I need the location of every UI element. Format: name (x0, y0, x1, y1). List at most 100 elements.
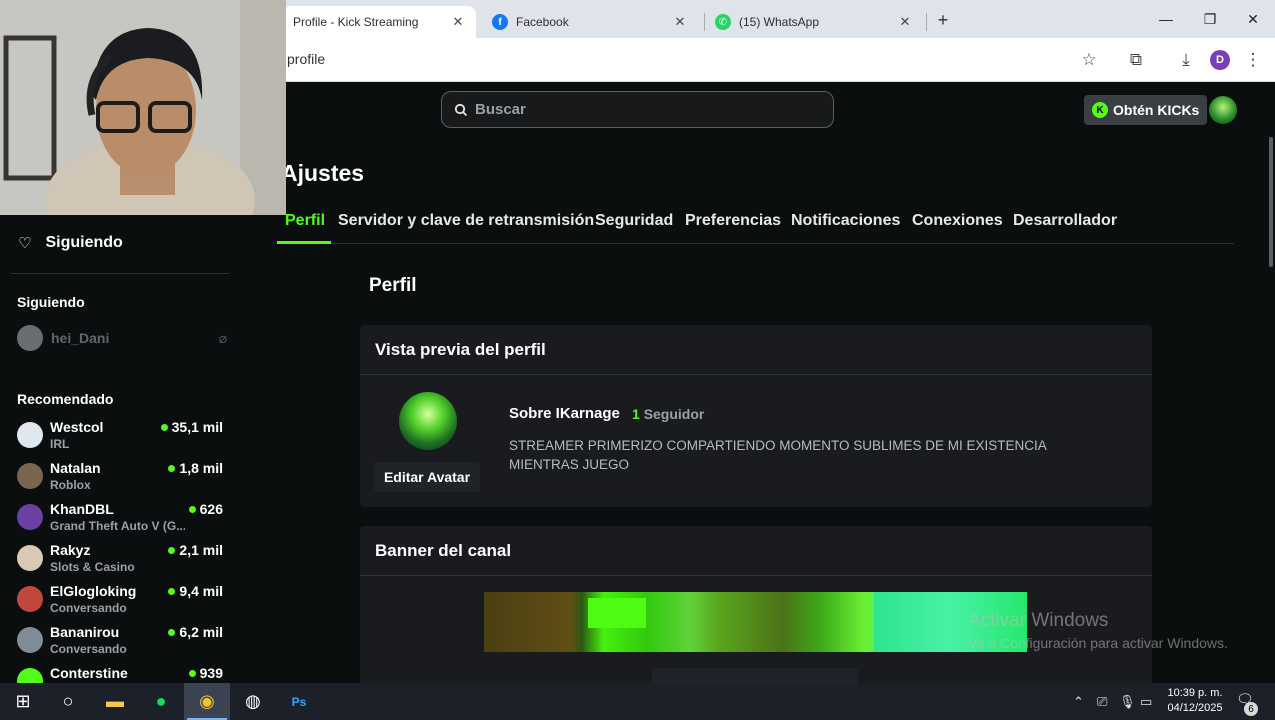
channel-name: Conterstine (50, 665, 128, 681)
viewer-count: 9,4 mil (168, 583, 223, 599)
channel-name: hei_Dani (51, 330, 110, 346)
recommended-channel[interactable]: Natalan Roblox 1,8 mil (17, 460, 227, 500)
close-icon[interactable]: ✕ (672, 14, 688, 30)
minimize-button[interactable]: — (1144, 6, 1188, 32)
live-dot-icon (188, 506, 196, 513)
recommended-channel[interactable]: ElGlogloking Conversando 9,4 mil (17, 583, 227, 623)
tab-seguridad[interactable]: Seguridad (595, 212, 673, 230)
follower-number: 1 (632, 406, 640, 422)
activation-watermark-text: Ve a Configuración para activar Windows. (968, 635, 1228, 651)
avatar (17, 504, 43, 530)
close-icon[interactable]: ✕ (450, 14, 466, 30)
viewer-number: 1,8 mil (179, 460, 223, 476)
profile-preview-body: Editar Avatar Sobre IKarnage 1 Seguidor … (360, 325, 1152, 507)
settings-tabs: Perfil Servidor y clave de retransmisión… (277, 210, 1234, 244)
tray-device-icon[interactable]: ⎚ (1097, 694, 1107, 710)
active-tab-indicator (277, 241, 331, 244)
bookmark-star-icon[interactable]: ☆ (1077, 48, 1101, 72)
user-avatar[interactable] (1209, 96, 1237, 124)
tab-whatsapp[interactable]: ✆ (15) WhatsApp ✕ (705, 6, 923, 38)
tab-perfil[interactable]: Perfil (285, 212, 325, 230)
profile-avatar-button[interactable]: D (1208, 48, 1232, 72)
edit-avatar-button[interactable]: Editar Avatar (374, 462, 480, 492)
close-icon[interactable]: ✕ (897, 14, 913, 30)
avatar (17, 545, 43, 571)
new-tab-button[interactable]: + (932, 9, 954, 31)
recommended-header: Recomendado (17, 391, 114, 407)
viewer-number: 9,4 mil (179, 583, 223, 599)
channel-banner-image (484, 592, 1027, 652)
channel-category: Roblox (50, 478, 91, 492)
avatar (17, 463, 43, 489)
recommended-channel[interactable]: Bananirou Conversando 6,2 mil (17, 624, 227, 664)
whatsapp-icon: ✆ (715, 14, 731, 30)
clock-time: 10:39 p. m. (1167, 687, 1223, 699)
tab-title: Profile - Kick Streaming (293, 15, 419, 29)
download-icon[interactable]: ⤓ (1174, 48, 1198, 72)
restore-button[interactable]: ❐ (1188, 6, 1232, 32)
get-kicks-label: Obtén KICKs (1113, 102, 1200, 118)
avatar (17, 627, 43, 653)
obs-icon[interactable]: ◍ (230, 683, 276, 720)
sidebar-item-following[interactable]: ♡ Siguiendo (18, 234, 123, 252)
network-icon[interactable]: ▭ (1140, 694, 1152, 710)
follower-label: Seguidor (643, 406, 705, 422)
tab-kick-profile[interactable]: Profile - Kick Streaming ✕ (283, 6, 476, 38)
profile-bio: STREAMER PRIMERIZO COMPARTIENDO MOMENTO … (509, 438, 1047, 472)
update-banner-button[interactable] (652, 668, 858, 683)
profile-initial: D (1210, 50, 1230, 70)
menu-kebab-icon[interactable]: ⋮ (1241, 48, 1265, 72)
viewer-count: 626 (188, 501, 223, 517)
live-dot-icon (168, 588, 176, 595)
viewer-count: 35,1 mil (160, 419, 223, 435)
heart-icon: ♡ (18, 235, 32, 252)
page-scrollbar[interactable] (1266, 82, 1275, 683)
channel-name: Westcol (50, 419, 104, 435)
tab-conexiones[interactable]: Conexiones (912, 212, 1003, 230)
tab-notificaciones[interactable]: Notificaciones (791, 212, 900, 230)
followed-channel[interactable]: hei_Dani ⌀ (17, 325, 227, 351)
windows-taskbar: ⊞ ○ ▬ ● ◉ ◍ Ps ⌃ ⎚ 🎙 ▭ 10:39 p. m. 04/12… (0, 683, 1275, 720)
channel-name: KhanDBL (50, 501, 114, 517)
facebook-icon: f (492, 14, 508, 30)
notification-count-badge: 6 (1244, 702, 1258, 716)
viewer-number: 6,2 mil (179, 624, 223, 640)
tab-preferencias[interactable]: Preferencias (685, 212, 781, 230)
tab-servidor[interactable]: Servidor y clave de retransmisión (338, 212, 594, 230)
recommended-channel[interactable]: KhanDBL Grand Theft Auto V (G... 626 (17, 501, 227, 541)
address-bar[interactable]: profile (287, 51, 325, 67)
profile-avatar (399, 392, 457, 450)
photoshop-icon[interactable]: Ps (276, 683, 322, 720)
microphone-icon[interactable]: 🎙 (1119, 694, 1136, 710)
search-circle-icon[interactable]: ○ (45, 683, 91, 720)
file-explorer-icon[interactable]: ▬ (92, 683, 138, 720)
avatar (17, 422, 43, 448)
windows-start-icon[interactable]: ⊞ (0, 683, 46, 720)
card-title: Banner del canal (360, 526, 1152, 576)
offline-icon: ⌀ (218, 329, 227, 346)
about-name: Sobre IKarnage (509, 405, 620, 422)
recommended-channel[interactable]: Rakyz Slots & Casino 2,1 mil (17, 542, 227, 582)
search-input[interactable]: Buscar (441, 91, 834, 128)
clock-date: 04/12/2025 (1167, 702, 1223, 714)
chrome-icon[interactable]: ◉ (184, 683, 230, 720)
get-kicks-button[interactable]: K Obtén KICKs (1084, 95, 1208, 125)
close-window-button[interactable]: ✕ (1231, 6, 1275, 32)
section-title: Perfil (369, 275, 417, 296)
tab-facebook[interactable]: f Facebook ✕ (482, 6, 698, 38)
recommended-channel[interactable]: Conterstine 939 (17, 665, 227, 683)
divider (11, 273, 229, 274)
extensions-icon[interactable]: ⧉ (1124, 48, 1148, 72)
profile-preview-content: Editar Avatar Sobre IKarnage 1 Seguidor … (360, 375, 1152, 507)
tab-desarrollador[interactable]: Desarrollador (1013, 212, 1117, 230)
scrollbar-thumb[interactable] (1269, 137, 1273, 267)
kick-coin-icon: K (1092, 102, 1108, 118)
viewer-number: 626 (199, 501, 223, 517)
viewer-count: 6,2 mil (168, 624, 223, 640)
viewer-number: 2,1 mil (179, 542, 223, 558)
system-clock[interactable]: 10:39 p. m. 04/12/2025 (1160, 686, 1230, 716)
live-dot-icon (160, 424, 168, 431)
chevron-up-icon[interactable]: ⌃ (1073, 694, 1084, 710)
recommended-channel[interactable]: Westcol IRL 35,1 mil (17, 419, 227, 459)
spotify-icon[interactable]: ● (138, 683, 184, 720)
